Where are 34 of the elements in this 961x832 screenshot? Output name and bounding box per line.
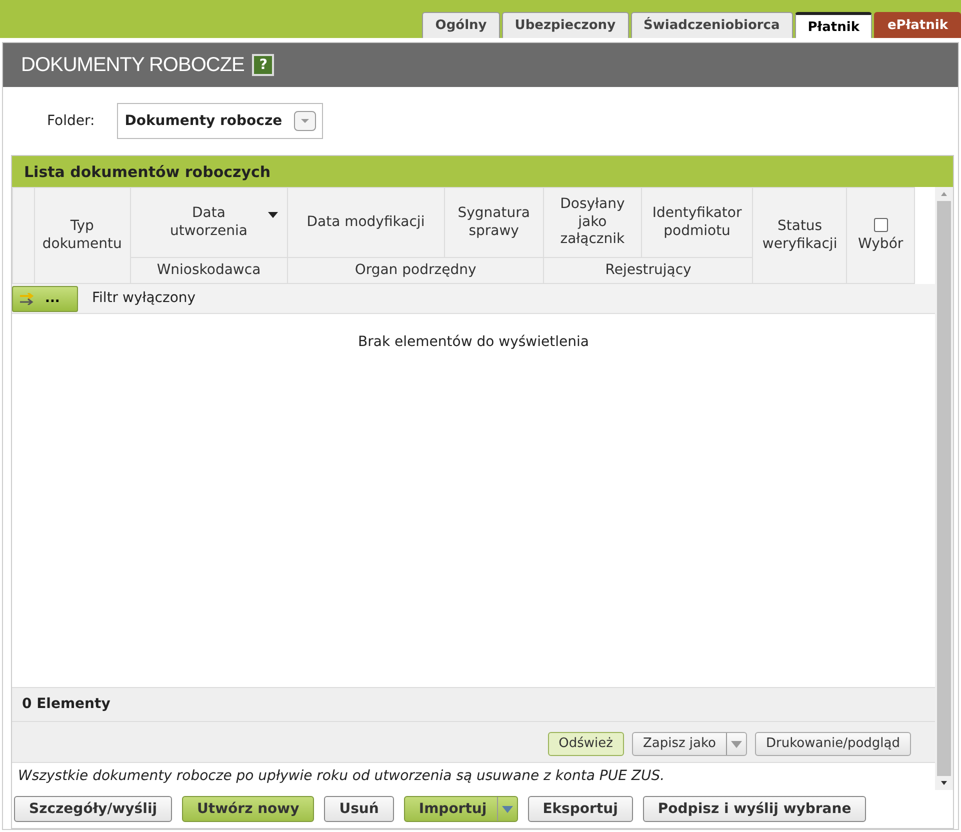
column-header[interactable]: Dosyłany jako załącznik	[544, 188, 642, 258]
button[interactable]: Szczegóły/wyślij	[14, 796, 172, 822]
button[interactable]: Importuj	[404, 796, 518, 822]
help-button[interactable]: ?	[252, 54, 274, 76]
dropdown-caret-icon	[300, 118, 310, 124]
column-header: Wybór	[858, 236, 904, 252]
item-count: 0 Elementy	[22, 696, 110, 712]
button[interactable]: Odśwież	[548, 732, 624, 756]
folder-label: Folder:	[47, 112, 95, 130]
column-header[interactable]: Data modyfikacji	[287, 188, 444, 258]
button[interactable]: Drukowanie/podgląd	[755, 732, 911, 756]
panel-title: Lista dokumentów roboczych	[12, 156, 953, 187]
column-header[interactable]: Data utworzenia	[130, 188, 288, 258]
tab[interactable]: Ogólny	[422, 12, 500, 38]
button[interactable]: Usuń	[324, 796, 394, 822]
tab[interactable]: ePłatnik	[874, 12, 961, 38]
scroll-down-icon[interactable]	[941, 781, 947, 785]
tab[interactable]: Płatnik	[794, 12, 872, 38]
retention-note: Wszystkie dokumenty robocze po upływie roku od utworzenia są usuwane z konta PUE ZUS.	[18, 768, 665, 784]
tab[interactable]: Ubezpieczony	[502, 12, 629, 38]
select-all-checkbox[interactable]	[874, 218, 888, 232]
button[interactable]: Utwórz nowy	[182, 796, 314, 822]
scrollbar[interactable]	[935, 187, 953, 790]
column-header[interactable]: Identyfikator podmiotu	[641, 188, 753, 258]
button[interactable]: Podpisz i wyślij wybrane	[642, 796, 866, 822]
button[interactable]: Zapisz jako	[632, 732, 748, 756]
page-title: DOKUMENTY ROBOCZE	[21, 53, 244, 78]
folder-dropdown[interactable]: Dokumenty robocze	[116, 103, 324, 139]
column-header[interactable]: Sygnatura sprawy	[444, 188, 544, 258]
filter-status: Filtr wyłączony	[92, 289, 196, 308]
button[interactable]: Eksportuj	[528, 796, 633, 822]
empty-message: Brak elementów do wyświetlenia	[358, 334, 589, 350]
filter-button[interactable]: ...	[12, 286, 78, 312]
tab[interactable]: Świadczeniobiorca	[630, 12, 793, 38]
